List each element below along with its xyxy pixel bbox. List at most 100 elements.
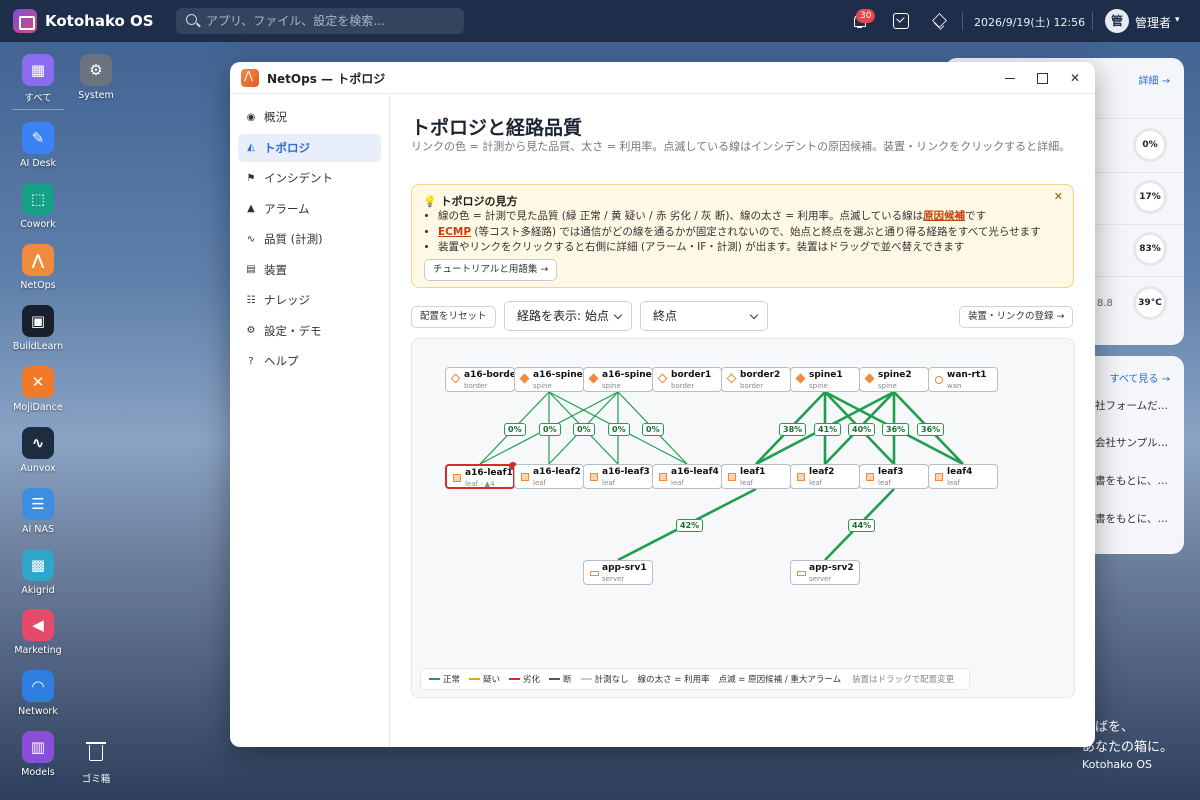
layers-icon[interactable]	[931, 12, 949, 30]
device-node-a16-border[interactable]: a16-border border	[445, 367, 515, 392]
device-node-app-srv1[interactable]: app-srv1 server	[583, 560, 653, 585]
task-check-icon[interactable]	[892, 12, 910, 30]
app-7[interactable]: ☰ AI NAS	[0, 488, 76, 535]
app-9[interactable]: ◀ Marketing	[0, 609, 76, 656]
maximize-button[interactable]	[1032, 68, 1052, 88]
tip-text: 装置やリンクをクリックすると右側に詳細 (アラーム・IF・計測) が出ます。装置…	[438, 241, 965, 253]
sidebar-item-2[interactable]: ⚑ インシデント	[238, 164, 381, 192]
device-node-leaf3[interactable]: leaf3 leaf	[859, 464, 929, 489]
app-3[interactable]: ⋀ NetOps	[0, 244, 76, 291]
sidebar: ◉ 概況 ◭ トポロジ ⚑ インシデント ▲ アラーム ∿ 品質 (計測) ▤ 装置 ☷ ナレッジ ⚙ 設定・…	[230, 95, 390, 747]
divider	[962, 12, 963, 30]
app-10[interactable]: ◠ Network	[0, 670, 76, 717]
topology-canvas[interactable]: 正常 疑い 劣化 断 計測なし 線の太さ = 利用率 点滅 = 原因候補 / 重…	[411, 338, 1075, 698]
see-all-link[interactable]: すべて見る →	[1110, 370, 1170, 385]
link-utilization-label[interactable]: 36%	[917, 423, 945, 436]
legend-item: 劣化	[509, 673, 540, 685]
device-name: app-srv1	[602, 563, 647, 573]
device-node-a16-spine2[interactable]: a16-spine2 spine	[583, 367, 653, 392]
os-logo-icon[interactable]	[13, 9, 37, 33]
app-0[interactable]: ▦ すべて	[0, 54, 76, 104]
app-8[interactable]: ▩ Akigrid	[0, 549, 76, 596]
device-node-spine2[interactable]: spine2 spine	[859, 367, 929, 392]
global-search[interactable]	[176, 8, 464, 34]
app-4[interactable]: ▣ BuildLearn	[0, 305, 76, 352]
link-utilization-label[interactable]: 0%	[504, 423, 526, 436]
sidebar-item-7[interactable]: ⚙ 設定・デモ	[238, 317, 381, 345]
device-node-a16-leaf1[interactable]: a16-leaf1 leaf · ▲4	[445, 462, 517, 489]
topology-legend: 正常 疑い 劣化 断 計測なし 線の太さ = 利用率 点滅 = 原因候補 / 重…	[420, 668, 970, 690]
sidebar-item-1[interactable]: ◭ トポロジ	[238, 133, 381, 162]
link-utilization-label[interactable]: 0%	[573, 423, 595, 436]
sidebar-item-8[interactable]: ? ヘルプ	[238, 347, 381, 375]
device-node-a16-leaf2[interactable]: a16-leaf2 leaf	[514, 464, 584, 489]
window-titlebar[interactable]: NetOps — トポロジ ✕	[230, 62, 1095, 94]
device-node-spine1[interactable]: spine1 spine	[790, 367, 860, 392]
tip-highlight[interactable]: ECMP	[438, 226, 471, 238]
server-icon: ☰	[22, 488, 54, 520]
device-node-leaf4[interactable]: leaf4 leaf	[928, 464, 998, 489]
link-utilization-label[interactable]: 36%	[882, 423, 910, 436]
link-utilization-label[interactable]: 41%	[814, 423, 842, 436]
app-11[interactable]: ▥ Models	[0, 731, 76, 778]
netops-icon	[241, 69, 259, 87]
device-node-app-srv2[interactable]: app-srv2 server	[790, 560, 860, 585]
app-5[interactable]: ✕ MojiDance	[0, 366, 76, 413]
device-node-wan-rt1[interactable]: wan-rt1 wan	[928, 367, 998, 392]
list-item[interactable]: 書をもとに、…	[1095, 473, 1168, 488]
divider	[1091, 224, 1184, 225]
link-utilization-label[interactable]: 42%	[676, 519, 704, 532]
device-node-border2[interactable]: border2 border	[721, 367, 791, 392]
device-node-a16-spine1[interactable]: a16-spine1 spine	[514, 367, 584, 392]
link-utilization-label[interactable]: 0%	[642, 423, 664, 436]
link-utilization-label[interactable]: 0%	[608, 423, 630, 436]
link-utilization-label[interactable]: 40%	[848, 423, 876, 436]
link-utilization-label[interactable]: 38%	[779, 423, 807, 436]
trash-icon	[86, 742, 106, 761]
sidebar-item-label: ナレッジ	[264, 293, 310, 307]
list-item[interactable]: 社フォームだ…	[1095, 398, 1168, 413]
sidebar-item-4[interactable]: ∿ 品質 (計測)	[238, 225, 381, 253]
close-button[interactable]: ✕	[1065, 68, 1085, 88]
legend-item: 疑い	[469, 673, 500, 685]
tutorial-button[interactable]: チュートリアルと用語集 →	[424, 259, 558, 281]
path-start-select[interactable]: 経路を表示: 始点	[504, 301, 632, 331]
sidebar-item-6[interactable]: ☷ ナレッジ	[238, 286, 381, 314]
link-utilization-label[interactable]: 0%	[539, 423, 561, 436]
link-utilization-label[interactable]: 44%	[848, 519, 876, 532]
device-node-leaf2[interactable]: leaf2 leaf	[790, 464, 860, 489]
list-item[interactable]: 書をもとに、…	[1095, 511, 1168, 526]
widget-value: 8.8	[1097, 298, 1113, 309]
sidebar-item-0[interactable]: ◉ 概況	[238, 103, 381, 131]
list-item[interactable]: 会社サンプル…	[1095, 435, 1168, 450]
app-6[interactable]: ∿ Aunvox	[0, 427, 76, 474]
user-name[interactable]: 管理者	[1135, 14, 1171, 31]
reset-layout-button[interactable]: 配置をリセット	[411, 306, 496, 328]
trash[interactable]: ゴミ箱	[76, 742, 116, 785]
page-title: トポロジと経路品質	[411, 117, 583, 139]
app-label: Akigrid	[21, 585, 55, 596]
register-button[interactable]: 装置・リンクの登録 →	[959, 306, 1074, 328]
legend-swatch	[469, 678, 481, 680]
chevron-down-icon[interactable]: ▾	[1175, 15, 1180, 25]
minimize-button[interactable]	[1000, 68, 1020, 88]
cursor-window-icon: ⬚	[22, 183, 54, 215]
device-node-border1[interactable]: border1 border	[652, 367, 722, 392]
sidebar-item-3[interactable]: ▲ アラーム	[238, 195, 381, 223]
search-input[interactable]	[206, 12, 456, 30]
device-node-leaf1[interactable]: leaf1 leaf	[721, 464, 791, 489]
app-2[interactable]: ⬚ Cowork	[0, 183, 76, 230]
device-node-a16-leaf4[interactable]: a16-leaf4 leaf	[652, 464, 722, 489]
path-end-select[interactable]: 終点	[640, 301, 768, 331]
tips-panel: 💡 トポロジの見方 ✕ 線の色 = 計測で見た品質 (緑 正常 / 黄 疑い /…	[411, 184, 1074, 288]
app-1[interactable]: ✎ AI Desk	[0, 122, 76, 169]
avatar[interactable]: 管	[1105, 9, 1129, 33]
details-link[interactable]: 詳細 →	[1138, 72, 1170, 87]
close-icon[interactable]: ✕	[1054, 190, 1063, 203]
nav-icon: ?	[248, 355, 254, 367]
sidebar-item-label: 設定・デモ	[264, 323, 322, 338]
sidebar-item-5[interactable]: ▤ 装置	[238, 256, 381, 284]
app-label: BuildLearn	[12, 341, 64, 352]
tip-highlight[interactable]: 原因候補	[923, 210, 965, 222]
device-node-a16-leaf3[interactable]: a16-leaf3 leaf	[583, 464, 653, 489]
